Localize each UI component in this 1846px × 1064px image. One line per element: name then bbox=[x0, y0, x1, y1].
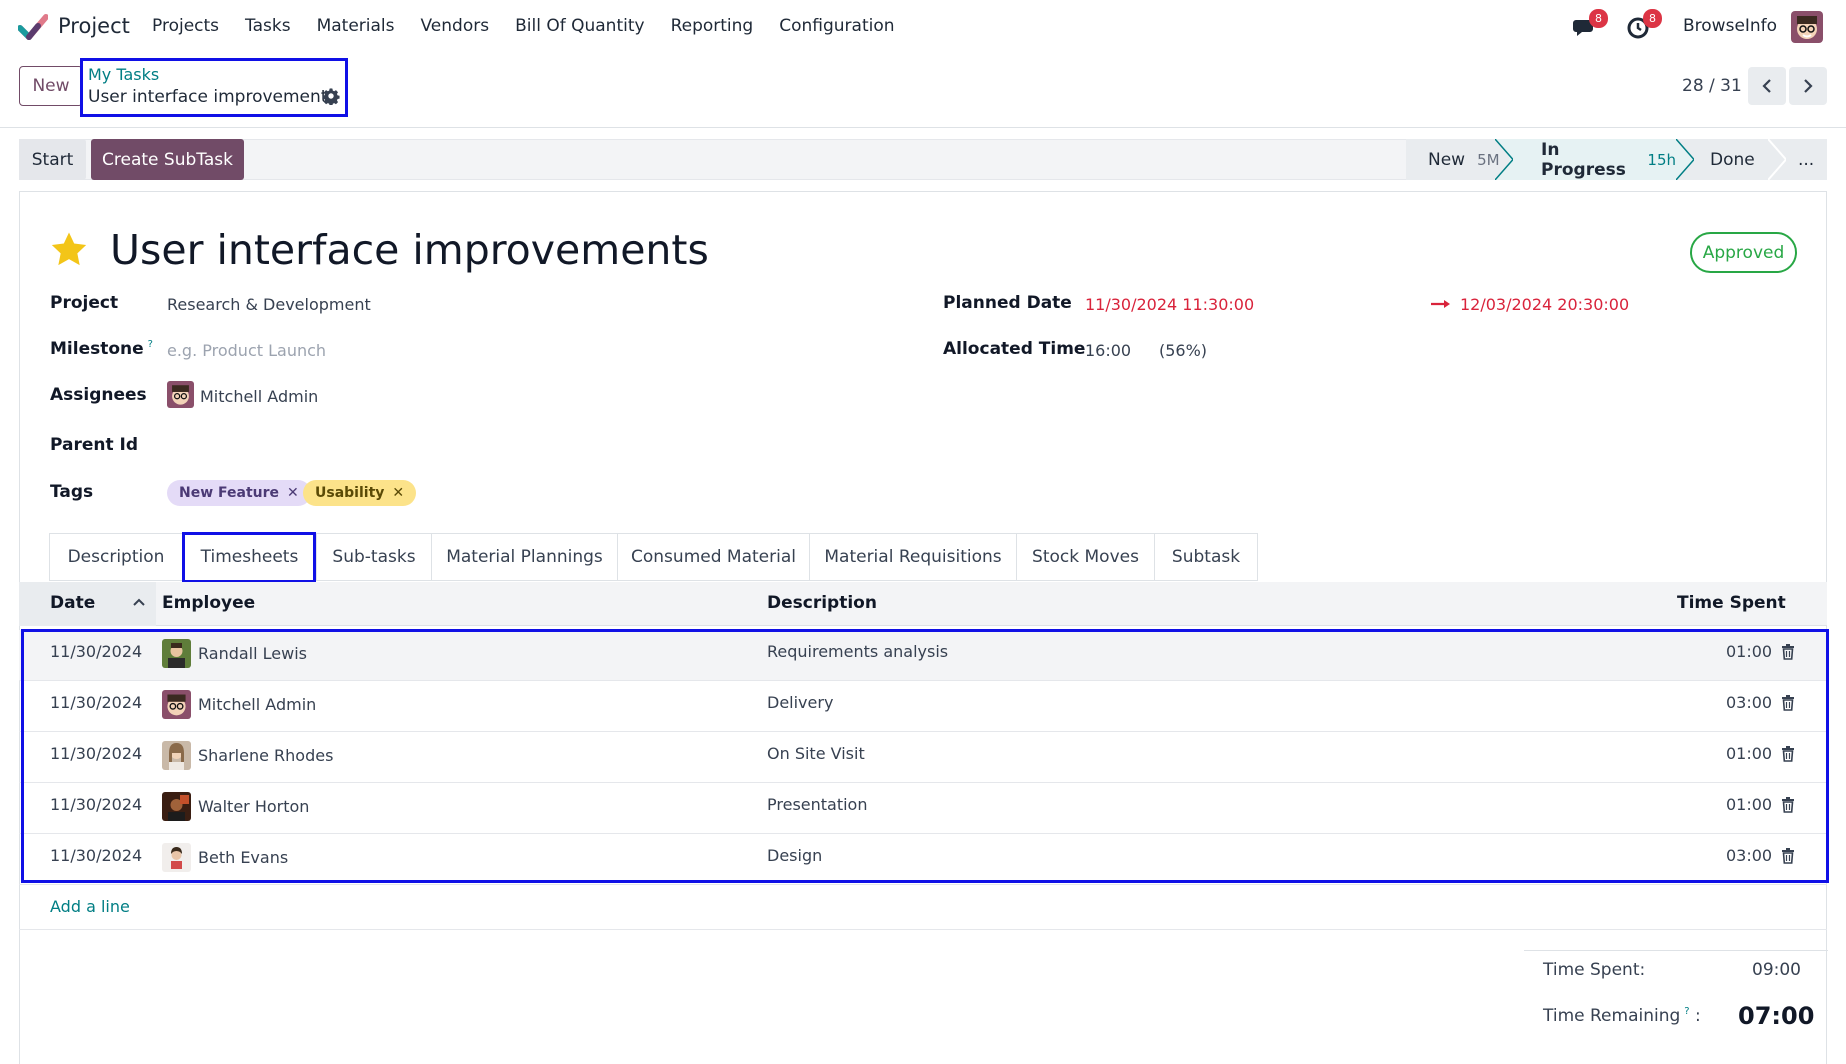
totals-divider bbox=[1524, 950, 1828, 951]
milestone-help-icon[interactable]: ? bbox=[148, 339, 153, 350]
breadcrumb-parent-link[interactable]: My Tasks bbox=[88, 65, 159, 84]
table-footer-divider bbox=[19, 929, 1827, 930]
menu-bill-of-quantity[interactable]: Bill Of Quantity bbox=[515, 16, 644, 36]
create-subtask-button[interactable]: Create SubTask bbox=[91, 139, 244, 180]
planned-start-field[interactable]: 11/30/2024 11:30:00 bbox=[1085, 295, 1254, 314]
close-icon[interactable]: ✕ bbox=[392, 485, 404, 501]
tab-material-requisitions[interactable]: Material Requisitions bbox=[809, 533, 1016, 581]
tab-description[interactable]: Description bbox=[49, 533, 182, 581]
stage-in-progress-duration: 15h bbox=[1647, 150, 1676, 169]
pager-next-button[interactable] bbox=[1789, 67, 1827, 105]
tag-usability-label: Usability bbox=[315, 485, 385, 501]
arrow-right-icon bbox=[1431, 300, 1450, 308]
form-sheet bbox=[19, 191, 1827, 1064]
add-line-link[interactable]: Add a line bbox=[50, 897, 130, 916]
menu-vendors[interactable]: Vendors bbox=[421, 16, 490, 36]
column-date[interactable]: Date bbox=[50, 593, 95, 613]
tab-consumed-material[interactable]: Consumed Material bbox=[617, 533, 809, 581]
stage-arrow-right bbox=[1676, 139, 1694, 180]
assignee-avatar bbox=[167, 381, 194, 408]
parent-id-label: Parent Id bbox=[50, 435, 139, 455]
milestone-label-text: Milestone bbox=[50, 339, 144, 359]
tab-subtask[interactable]: Subtask bbox=[1154, 533, 1258, 581]
time-remaining-value: 07:00 bbox=[1738, 1002, 1815, 1030]
stage-arrow-done bbox=[1768, 139, 1786, 180]
stage-more-label: ... bbox=[1798, 149, 1815, 170]
allocated-time-label: Allocated Time bbox=[943, 339, 1086, 359]
checkmark-logo-icon[interactable] bbox=[18, 14, 48, 40]
activities-badge: 8 bbox=[1643, 9, 1662, 28]
time-remaining-help-icon[interactable]: ? bbox=[1684, 1006, 1689, 1017]
milestone-label: Milestone? bbox=[50, 339, 153, 359]
stage-statusbar: New 5M In Progress 15h Done ... bbox=[1406, 139, 1827, 180]
column-description[interactable]: Description bbox=[767, 593, 877, 613]
main-menu: Projects Tasks Materials Vendors Bill Of… bbox=[152, 16, 921, 36]
rows-highlight bbox=[21, 629, 1829, 883]
stage-arrow-left bbox=[1495, 139, 1513, 180]
time-remaining-label: Time Remaining? : bbox=[1543, 1006, 1701, 1026]
messages-badge: 8 bbox=[1589, 9, 1608, 28]
status-badge: Approved bbox=[1690, 232, 1797, 273]
stage-new-label: New bbox=[1428, 149, 1466, 170]
star-icon[interactable] bbox=[48, 230, 90, 270]
tab-sub-tasks[interactable]: Sub-tasks bbox=[316, 533, 431, 581]
planned-end-field[interactable]: 12/03/2024 20:30:00 bbox=[1460, 295, 1629, 314]
tag-new-feature[interactable]: New Feature ✕ bbox=[167, 480, 311, 506]
breadcrumb-current: User interface improvements bbox=[88, 87, 337, 107]
time-remaining-label-text: Time Remaining bbox=[1543, 1006, 1681, 1026]
stage-done-label: Done bbox=[1710, 149, 1755, 170]
assignee-name[interactable]: Mitchell Admin bbox=[200, 387, 318, 406]
chevron-right-icon bbox=[1804, 79, 1813, 93]
milestone-field[interactable]: e.g. Product Launch bbox=[167, 341, 326, 360]
control-panel-divider bbox=[0, 127, 1846, 128]
sort-up-icon[interactable] bbox=[132, 597, 146, 607]
chevron-left-icon bbox=[1762, 79, 1771, 93]
company-switcher[interactable]: BrowseInfo bbox=[1683, 16, 1777, 36]
project-label: Project bbox=[50, 293, 119, 313]
menu-materials[interactable]: Materials bbox=[317, 16, 395, 36]
project-field[interactable]: Research & Development bbox=[167, 295, 371, 314]
tab-highlight bbox=[182, 532, 316, 583]
allocated-percentage: (56%) bbox=[1159, 341, 1208, 360]
total-time-spent-label: Time Spent: bbox=[1543, 960, 1646, 980]
menu-projects[interactable]: Projects bbox=[152, 16, 219, 36]
tag-usability[interactable]: Usability ✕ bbox=[303, 480, 417, 506]
allocated-time-field[interactable]: 16:00 bbox=[1085, 341, 1131, 360]
tag-new-feature-label: New Feature bbox=[179, 485, 280, 501]
timesheet-table-header bbox=[19, 582, 1827, 626]
start-button[interactable]: Start bbox=[19, 139, 86, 180]
total-time-spent-value: 09:00 bbox=[1752, 960, 1801, 980]
tags-label: Tags bbox=[50, 482, 94, 502]
stage-in-progress-label: In Progress bbox=[1541, 139, 1626, 180]
menu-configuration[interactable]: Configuration bbox=[779, 16, 894, 36]
pager-previous-button[interactable] bbox=[1748, 67, 1786, 105]
tab-stock-moves[interactable]: Stock Moves bbox=[1016, 533, 1154, 581]
gear-icon[interactable] bbox=[322, 87, 340, 105]
close-icon[interactable]: ✕ bbox=[287, 485, 299, 501]
stage-new[interactable]: New 5M bbox=[1406, 139, 1509, 180]
stage-in-progress[interactable]: In Progress 15h bbox=[1495, 139, 1694, 180]
planned-date-label: Planned Date bbox=[943, 293, 1072, 313]
tab-material-plannings[interactable]: Material Plannings bbox=[431, 533, 617, 581]
menu-tasks[interactable]: Tasks bbox=[245, 16, 291, 36]
menu-reporting[interactable]: Reporting bbox=[671, 16, 754, 36]
column-employee[interactable]: Employee bbox=[162, 593, 255, 613]
top-navbar: Project Projects Tasks Materials Vendors… bbox=[0, 0, 1846, 54]
time-remaining-colon: : bbox=[1695, 1006, 1701, 1026]
new-button[interactable]: New bbox=[19, 66, 83, 106]
app-name[interactable]: Project bbox=[58, 14, 130, 38]
column-time-spent[interactable]: Time Spent bbox=[1677, 593, 1786, 613]
assignees-label: Assignees bbox=[50, 385, 147, 405]
user-avatar[interactable] bbox=[1791, 11, 1823, 43]
task-title[interactable]: User interface improvements bbox=[110, 226, 709, 274]
pager-value[interactable]: 28 / 31 bbox=[1682, 76, 1742, 96]
